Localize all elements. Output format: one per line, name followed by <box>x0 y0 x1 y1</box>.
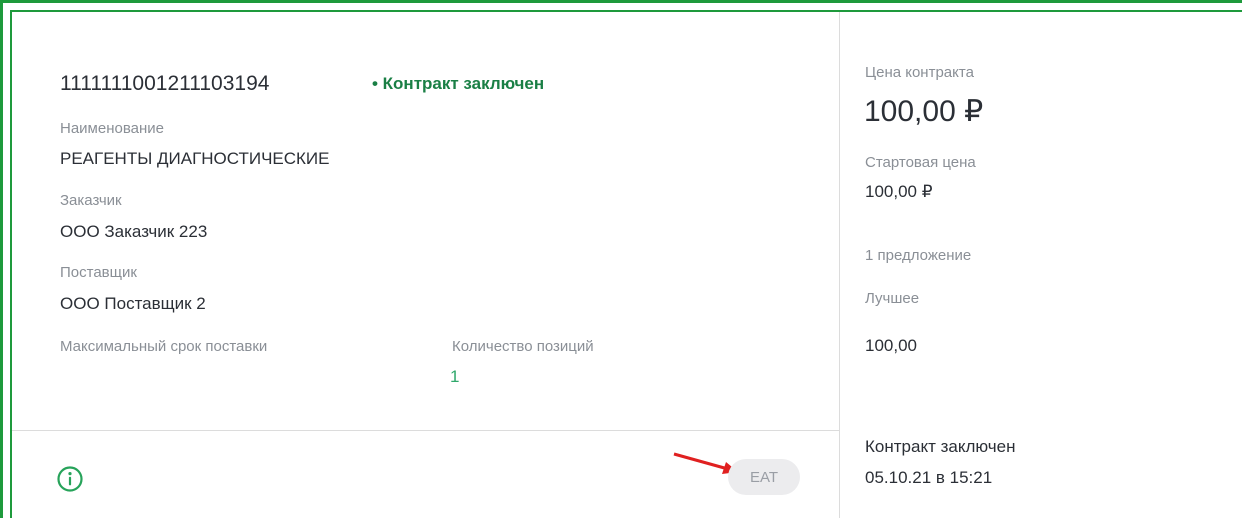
status-badge: • Контракт заключен <box>372 74 545 93</box>
info-circle-icon[interactable] <box>56 465 84 493</box>
name-label: Наименование <box>60 120 164 137</box>
name-value: РЕАГЕНТЫ ДИАГНОСТИЧЕСКИЕ <box>60 149 330 168</box>
supplier-label: Поставщик <box>60 264 137 281</box>
contract-date: 05.10.21 в 15:21 <box>865 468 993 487</box>
start-price-label: Стартовая цена <box>865 154 976 171</box>
supplier-value: ООО Поставщик 2 <box>60 294 206 313</box>
start-price-value: 100,00 ₽ <box>865 182 933 201</box>
best-value: 100,00 <box>865 336 917 355</box>
positions-value[interactable]: 1 <box>450 367 459 387</box>
customer-label: Заказчик <box>60 192 122 209</box>
delivery-label: Максимальный срок поставки <box>60 338 268 355</box>
procurement-number[interactable]: 1111111001211103194 <box>60 72 269 96</box>
procurement-card[interactable]: 1111111001211103194 • Контракт заключен … <box>12 12 1242 518</box>
offers-count: 1 предложение <box>865 247 972 264</box>
customer-value: ООО Заказчик 223 <box>60 222 208 241</box>
contract-status-text: Контракт заключен <box>865 437 1016 456</box>
eat-chip-button[interactable]: ЕАТ <box>728 459 800 495</box>
price-value: 100,00 ₽ <box>864 95 984 128</box>
positions-label: Количество позиций <box>452 338 594 355</box>
best-label: Лучшее <box>865 290 920 307</box>
price-label: Цена контракта <box>865 64 974 81</box>
